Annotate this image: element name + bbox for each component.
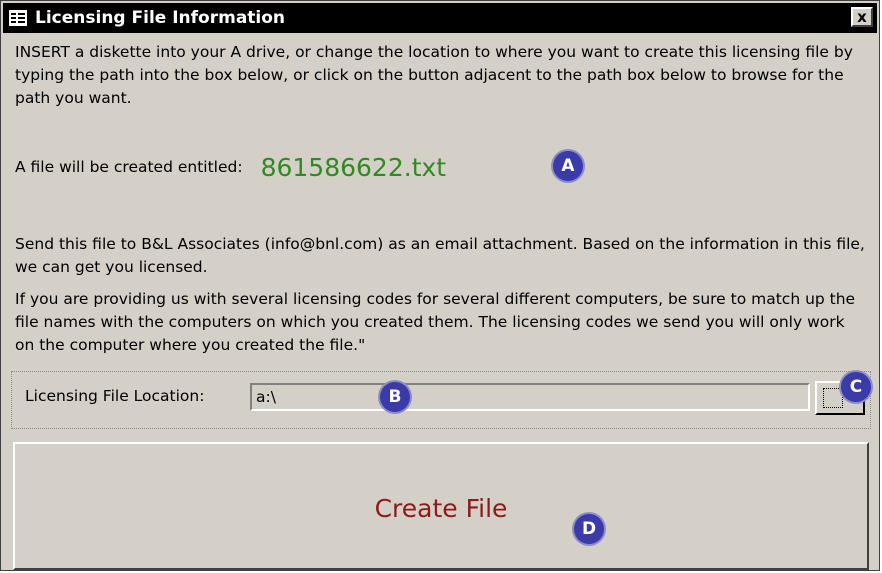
send-instructions: Send this file to B&L Associates (info@b… [15,235,865,276]
callout-b: B [380,382,410,412]
callout-d: D [574,514,604,544]
file-name-row: A file will be created entitled: 8615866… [15,149,446,185]
licensing-dialog: Licensing File Information x INSERT a di… [0,0,880,571]
file-name-label: A file will be created entitled: [15,158,243,176]
create-file-label: Create File [374,494,508,523]
location-label: Licensing File Location: [25,387,205,405]
browse-button-icon [823,388,843,408]
create-file-button[interactable]: Create File [13,442,869,570]
title-bar: Licensing File Information x [3,3,877,33]
close-button[interactable]: x [851,7,873,27]
form-icon [9,10,27,26]
file-name-value: 861586622.txt [260,152,447,182]
window-title: Licensing File Information [35,8,286,28]
location-input[interactable]: a:\ [250,383,810,411]
multiple-codes-note: If you are providing us with several lic… [15,290,856,354]
callout-c: C [841,372,871,402]
instruction-paragraph: INSERT a diskette into your A drive, or … [15,43,853,107]
callout-a: A [553,151,583,181]
